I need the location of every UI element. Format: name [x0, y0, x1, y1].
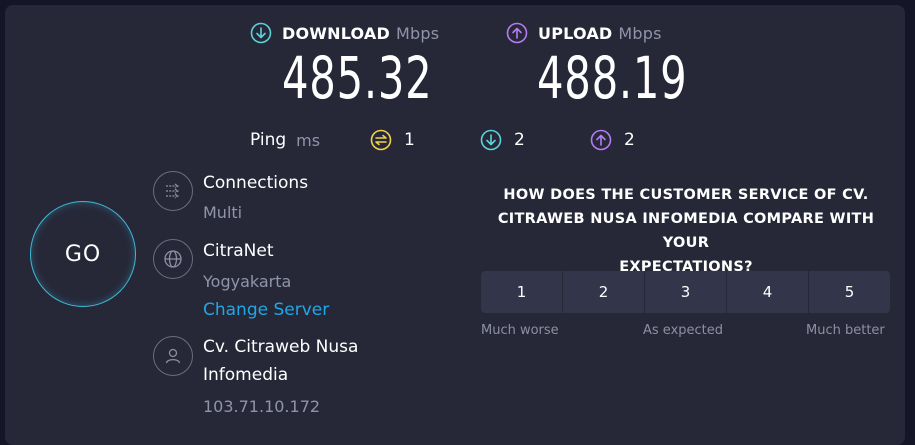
- ping-upload-value: 2: [624, 130, 635, 150]
- survey-question: HOW DOES THE CUSTOMER SERVICE OF CV. CIT…: [476, 183, 896, 279]
- rating-option-4[interactable]: 4: [727, 271, 809, 313]
- rating-caption-low: Much worse: [481, 323, 559, 338]
- ping-label: Ping: [250, 130, 287, 150]
- download-arrow-icon: [250, 22, 272, 44]
- go-button[interactable]: GO: [30, 201, 136, 307]
- globe-icon: [164, 250, 182, 268]
- ping-download-value: 2: [514, 130, 525, 150]
- server-name: CitraNet: [203, 241, 274, 261]
- rating-caption-mid: As expected: [643, 323, 724, 338]
- download-unit: Mbps: [395, 23, 440, 43]
- connections-arrows-icon: [166, 183, 180, 199]
- rating-option-3[interactable]: 3: [645, 271, 727, 313]
- download-label: DOWNLOAD: [282, 23, 390, 43]
- connections-icon: [153, 171, 193, 211]
- connections-title: Connections: [203, 173, 309, 193]
- upload-arrow-icon: [506, 22, 528, 44]
- rating-option-5[interactable]: 5: [809, 271, 890, 313]
- ping-unit: ms: [296, 130, 321, 150]
- connections-value: Multi: [203, 203, 243, 222]
- download-speed-value: 485.32: [282, 44, 433, 112]
- download-header: DOWNLOAD Mbps: [250, 22, 439, 44]
- survey-question-line2: CITRAWEB NUSA INFOMEDIA COMPARE WITH YOU…: [497, 211, 875, 251]
- provider-ip: 103.71.10.172: [203, 397, 321, 416]
- survey-question-line1: HOW DOES THE CUSTOMER SERVICE OF CV.: [503, 187, 869, 203]
- upload-label: UPLOAD: [538, 23, 613, 43]
- server-globe: [153, 239, 193, 279]
- ping-idle: 1: [370, 129, 415, 151]
- provider-name-line1: Cv. Citraweb Nusa: [203, 337, 359, 357]
- ping-idle-value: 1: [404, 130, 415, 150]
- upload-header: UPLOAD Mbps: [506, 22, 662, 44]
- user-icon: [165, 348, 181, 364]
- ping-label-group: Ping ms: [250, 130, 320, 150]
- rating-caption-high: Much better: [806, 323, 885, 338]
- upload-unit: Mbps: [618, 23, 662, 43]
- rating-scale: 1 2 3 4 5: [481, 271, 890, 313]
- change-server-link[interactable]: Change Server: [203, 296, 329, 324]
- ping-idle-icon: [370, 129, 392, 151]
- ping-download: 2: [480, 129, 525, 151]
- rating-option-2[interactable]: 2: [563, 271, 645, 313]
- server-location: Yogyakarta: [203, 272, 292, 291]
- download-arrow-icon: [480, 129, 502, 151]
- provider-avatar: [153, 336, 193, 376]
- upload-arrow-icon: [590, 129, 612, 151]
- upload-speed-value: 488.19: [537, 44, 688, 112]
- rating-option-1[interactable]: 1: [481, 271, 563, 313]
- ping-upload: 2: [590, 129, 635, 151]
- provider-name-line2: Infomedia: [203, 365, 289, 385]
